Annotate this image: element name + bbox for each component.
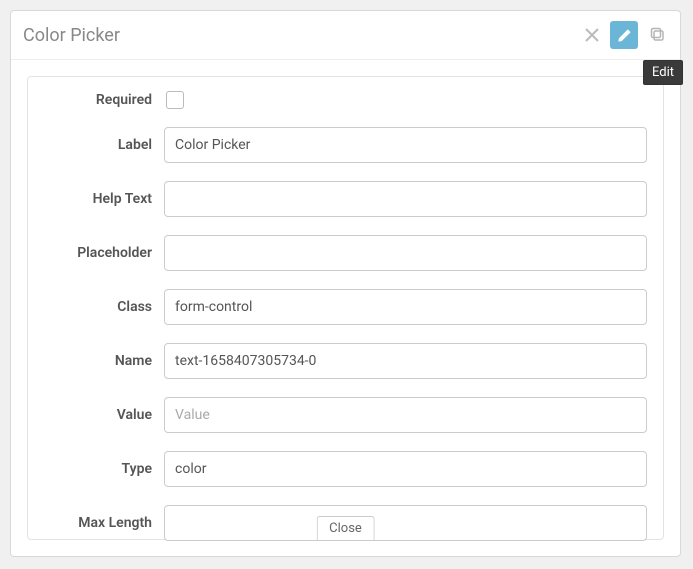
edit-tooltip: Edit bbox=[643, 60, 683, 85]
form-inner: Required Label Help Text Placeholder bbox=[27, 76, 664, 540]
type-select[interactable] bbox=[164, 451, 647, 487]
panel-header: Color Picker bbox=[11, 11, 680, 60]
row-name: Name bbox=[44, 343, 647, 379]
footer: Close bbox=[316, 516, 375, 540]
close-button[interactable]: Close bbox=[316, 516, 375, 540]
required-checkbox[interactable] bbox=[166, 91, 184, 109]
label-input[interactable] bbox=[164, 127, 647, 163]
row-value: Value bbox=[44, 397, 647, 433]
row-help: Help Text bbox=[44, 181, 647, 217]
row-type: Type bbox=[44, 451, 647, 487]
maxlen-input[interactable] bbox=[164, 505, 647, 541]
help-input[interactable] bbox=[164, 181, 647, 217]
class-input[interactable] bbox=[164, 289, 647, 325]
panel-title: Color Picker bbox=[23, 25, 574, 46]
edit-icon[interactable] bbox=[610, 21, 638, 49]
copy-icon[interactable] bbox=[644, 21, 672, 49]
placeholder-label: Placeholder bbox=[44, 245, 164, 261]
placeholder-input[interactable] bbox=[164, 235, 647, 271]
type-label: Type bbox=[44, 461, 164, 477]
required-label: Required bbox=[44, 92, 164, 108]
field-config-panel: Color Picker Edit Required Label bbox=[10, 10, 681, 557]
row-placeholder: Placeholder bbox=[44, 235, 647, 271]
panel-body: Required Label Help Text Placeholder bbox=[11, 60, 680, 556]
help-label: Help Text bbox=[44, 191, 164, 207]
row-class: Class bbox=[44, 289, 647, 325]
maxlen-label: Max Length bbox=[44, 515, 164, 531]
row-label: Label bbox=[44, 127, 647, 163]
name-label: Name bbox=[44, 353, 164, 369]
name-input[interactable] bbox=[164, 343, 647, 379]
row-required: Required bbox=[44, 91, 647, 109]
value-label: Value bbox=[44, 407, 164, 423]
class-label: Class bbox=[44, 299, 164, 315]
label-label: Label bbox=[44, 137, 164, 153]
close-icon[interactable] bbox=[580, 21, 604, 49]
value-input[interactable] bbox=[164, 397, 647, 433]
